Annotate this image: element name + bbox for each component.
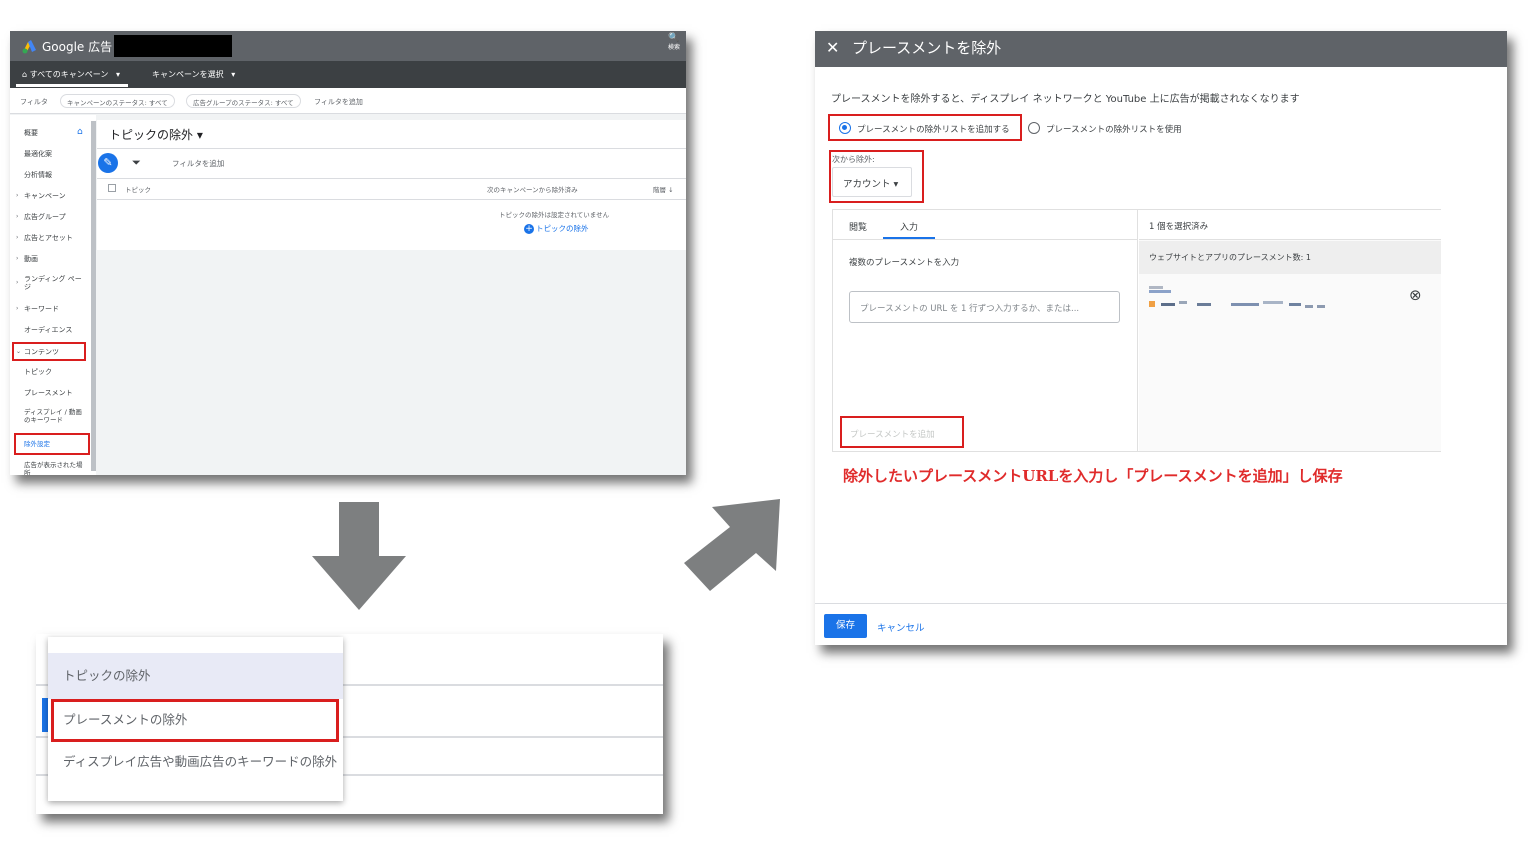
tab-browse[interactable]: 閲覧: [849, 220, 867, 233]
select-all-checkbox[interactable]: [108, 184, 116, 192]
sidebar-item-where-ads-showed[interactable]: 広告が表示された場所: [24, 461, 88, 475]
sidebar-item-recommendations[interactable]: 最適化案: [24, 150, 52, 158]
empty-state-message: トピックの除外は設定されていません: [499, 211, 610, 219]
highlight-placement-exclusion: [51, 699, 339, 742]
add-topic-exclusion-link[interactable]: + トピックの除外: [524, 223, 589, 234]
dialog-header: ✕ プレースメントを除外: [815, 31, 1507, 67]
ads-topic-exclusion-screenshot: Google 広告 🔍 検索 ⌂ すべてのキャンペーン ▾ キャンペーンを選択 …: [10, 31, 686, 475]
multi-placement-label: 複数のプレースメントを入力: [849, 258, 960, 268]
placement-exclusion-dialog-screenshot: ✕ プレースメントを除外 プレースメントを除外すると、ディスプレイ ネットワーク…: [815, 31, 1507, 645]
selected-placements-pane: 1 個を選択済み ウェブサイトとアプリのプレースメント数: 1 ⊗: [1139, 210, 1441, 451]
highlight-content-item: [12, 342, 86, 361]
sidebar-item-campaigns[interactable]: キャンペーン: [24, 192, 66, 200]
highlight-exclusions-item: [14, 433, 90, 455]
chevron-right-icon: ›: [16, 305, 19, 312]
menu-item-keyword-exclusion[interactable]: ディスプレイ広告や動画広告のキーワードの除外: [48, 741, 343, 783]
column-header-excluded-from[interactable]: 次のキャンペーンから除外済み: [487, 184, 578, 194]
menu-item-topic-exclusion[interactable]: トピックの除外: [48, 653, 343, 699]
chevron-right-icon: ›: [16, 279, 19, 286]
dialog-description: プレースメントを除外すると、ディスプレイ ネットワークと YouTube 上に広…: [831, 94, 1300, 105]
redacted-account-name: [114, 35, 232, 57]
search-label: 検索: [667, 44, 680, 51]
divider: [833, 239, 1138, 240]
radio-use-exclusion-list-label: プレースメントの除外リストを使用: [1046, 125, 1182, 135]
sidebar-item-topics[interactable]: トピック: [24, 368, 52, 376]
arrow-up-right-icon: [684, 499, 780, 591]
sidebar-item-video[interactable]: 動画: [24, 255, 38, 263]
ads-top-bar: Google 広告 🔍 検索: [10, 31, 686, 61]
highlight-exclude-from: [829, 150, 924, 203]
home-icon: ⌂: [77, 127, 83, 137]
filter-funnel-icon[interactable]: ⏷: [132, 156, 141, 170]
placement-picker-panel: 閲覧 入力 複数のプレースメントを入力 プレースメントの URL を 1 行ずつ…: [832, 209, 1441, 452]
campaign-status-chip[interactable]: キャンペーンのステータス: すべて: [60, 94, 175, 108]
radio-use-exclusion-list[interactable]: [1028, 122, 1040, 134]
instruction-annotation: 除外したいプレースメントURLを入力し「プレースメントを追加」し保存: [843, 467, 1343, 485]
remove-placement-icon[interactable]: ⊗: [1409, 286, 1422, 304]
page-title-dropdown[interactable]: トピックの除外 ▾: [109, 126, 203, 143]
sidebar-item-landing-pages[interactable]: ランディング ページ: [24, 275, 86, 291]
sidebar-item-placements[interactable]: プレースメント: [24, 389, 73, 397]
column-header-topic[interactable]: トピック: [125, 184, 151, 194]
filter-label: フィルタ: [20, 98, 48, 106]
divider: [97, 178, 686, 179]
sidebar-item-keywords[interactable]: キーワード: [24, 305, 59, 313]
sidebar-item-adgroups[interactable]: 広告グループ: [24, 213, 66, 221]
dialog-title: プレースメントを除外: [852, 39, 1002, 57]
select-campaign-tab[interactable]: キャンペーンを選択 ▾: [152, 69, 235, 80]
divider: [97, 199, 686, 200]
main-content: トピックの除外 ▾ ✎ ⏷ フィルタを追加 トピック 次のキャンペーンから除外済…: [97, 120, 686, 250]
all-campaigns-tab[interactable]: ⌂ すべてのキャンペーン ▾: [22, 69, 120, 80]
close-icon[interactable]: ✕: [826, 38, 839, 57]
highlight-add-list-radio: [828, 114, 1022, 141]
divider: [97, 148, 686, 149]
sidebar-item-display-keywords[interactable]: ディスプレイ / 動画のキーワード: [24, 408, 88, 424]
edit-fab-button[interactable]: ✎: [98, 153, 118, 173]
chevron-right-icon: ›: [16, 234, 19, 241]
selected-count: 1 個を選択済み: [1149, 222, 1209, 232]
chevron-right-icon: ›: [16, 192, 19, 199]
sidebar-item-overview[interactable]: 概要: [24, 129, 38, 137]
nav-active-indicator: [16, 84, 128, 87]
blurred-placement-url: [1149, 286, 1349, 312]
search-button[interactable]: 🔍 検索: [668, 34, 680, 52]
selected-header: 1 個を選択済み: [1139, 210, 1441, 240]
exclusion-menu-screenshot: トピックの除外 プレースメントの除外 ディスプレイ広告や動画広告のキーワードの除…: [36, 634, 663, 814]
selected-placement-count: ウェブサイトとアプリのプレースメント数: 1: [1149, 253, 1311, 262]
placement-url-textarea[interactable]: プレースメントの URL を 1 行ずつ入力するか、または...: [849, 291, 1120, 323]
chevron-right-icon: ›: [16, 255, 19, 262]
selected-subheader: ウェブサイトとアプリのプレースメント数: 1: [1139, 241, 1441, 274]
add-filter-input[interactable]: フィルタを追加: [172, 158, 224, 169]
chevron-right-icon: ›: [16, 213, 19, 220]
sidebar-scrollbar[interactable]: [91, 121, 96, 471]
exclusion-type-menu: トピックの除外 プレースメントの除外 ディスプレイ広告や動画広告のキーワードの除…: [48, 637, 343, 801]
pencil-icon: ✎: [103, 156, 113, 169]
brand-name: Google 広告: [42, 40, 113, 54]
google-ads-logo-icon: [22, 40, 36, 54]
divider: [815, 603, 1507, 604]
search-icon: 🔍: [668, 33, 680, 43]
filter-bar: フィルタ キャンペーンのステータス: すべて 広告グループのステータス: すべて…: [10, 88, 686, 114]
adgroup-status-chip[interactable]: 広告グループのステータス: すべて: [186, 94, 301, 108]
add-filter-link[interactable]: フィルタを追加: [314, 97, 363, 107]
column-header-level[interactable]: 階層 ↓: [653, 184, 674, 194]
sidebar-item-ads-assets[interactable]: 広告とアセット: [24, 234, 73, 242]
highlight-add-placement: [840, 416, 964, 448]
save-button[interactable]: 保存: [824, 614, 867, 638]
tab-enter[interactable]: 入力: [900, 220, 918, 233]
left-sidebar: 概要 ⌂ 最適化案 分析情報 › キャンペーン › 広告グループ › 広告とアセ…: [10, 115, 96, 475]
add-circle-icon: +: [524, 224, 534, 234]
sidebar-item-insights[interactable]: 分析情報: [24, 171, 52, 179]
campaign-nav-bar: ⌂ すべてのキャンペーン ▾ キャンペーンを選択 ▾: [10, 61, 686, 88]
placement-input-pane: 閲覧 入力 複数のプレースメントを入力 プレースメントの URL を 1 行ずつ…: [833, 210, 1138, 451]
arrow-down-icon: [312, 502, 406, 610]
sidebar-item-audiences[interactable]: オーディエンス: [24, 326, 72, 334]
cancel-button[interactable]: キャンセル: [877, 620, 925, 634]
